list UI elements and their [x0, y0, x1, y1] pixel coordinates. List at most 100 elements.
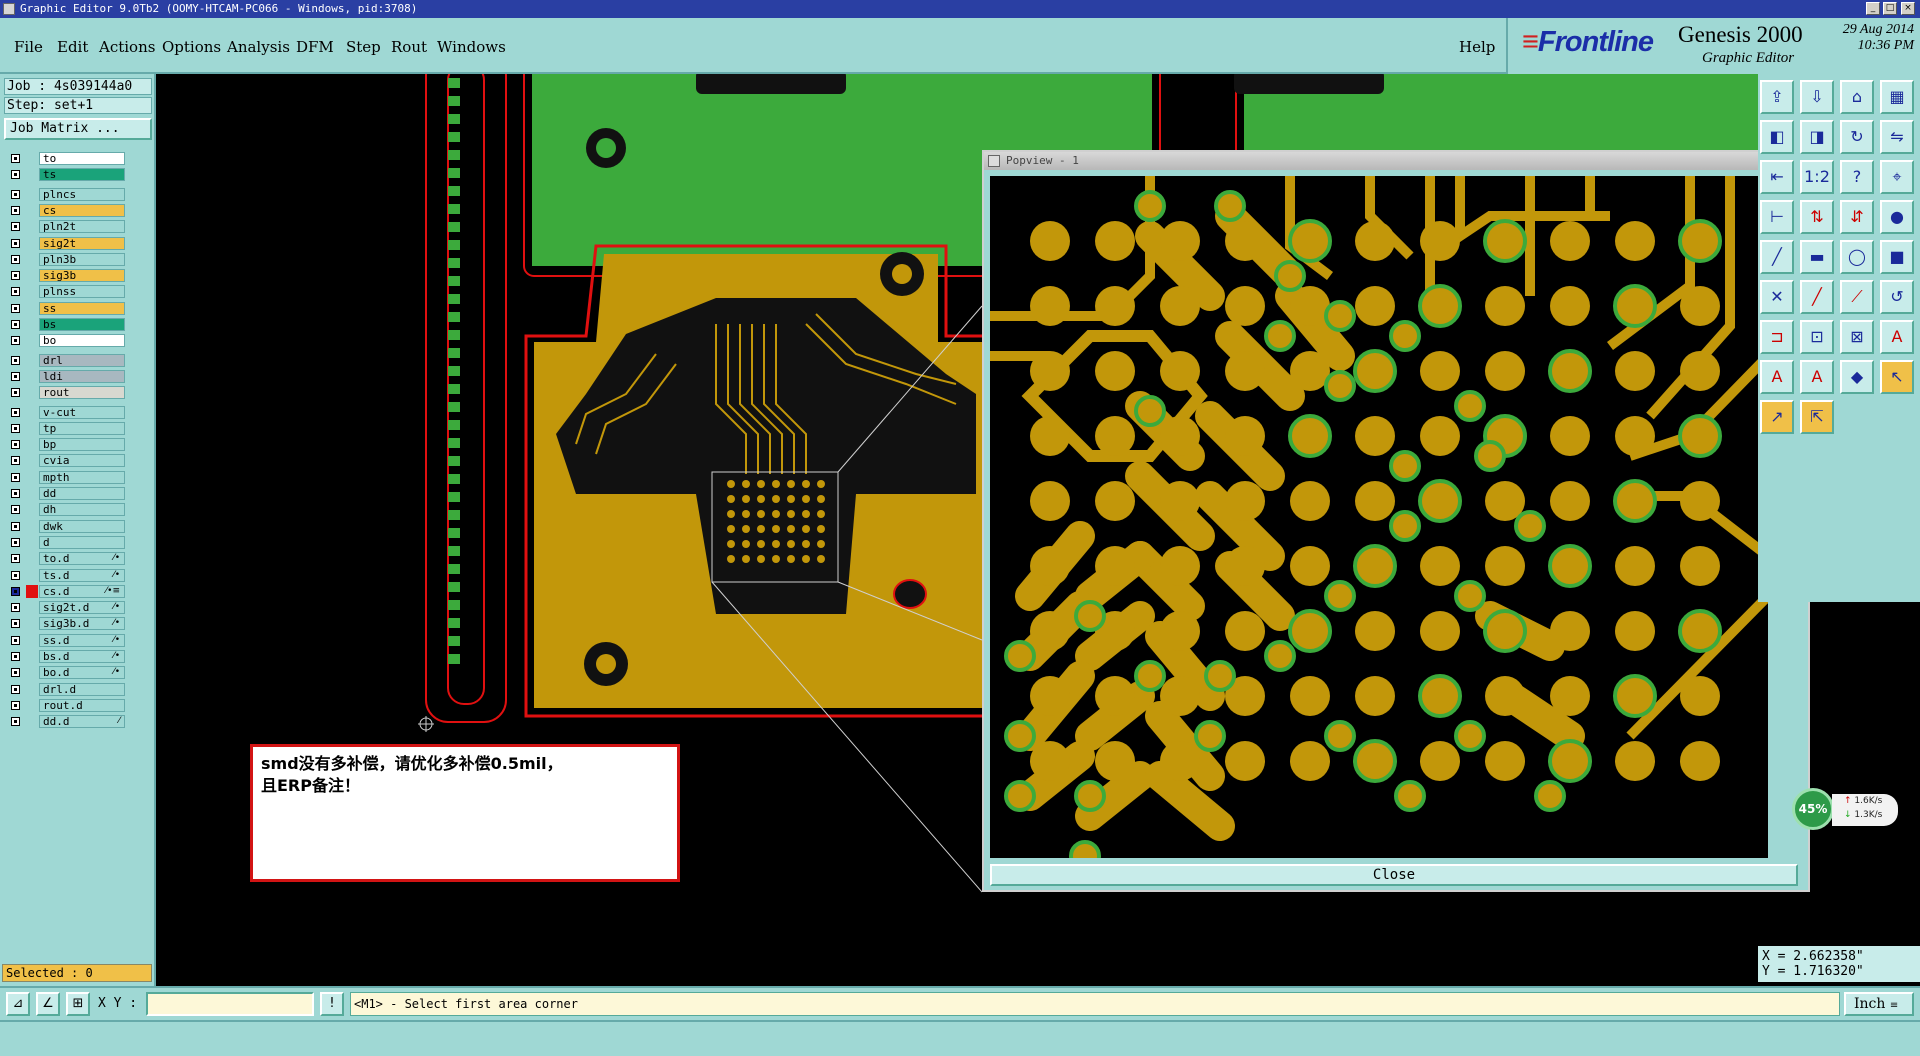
- line-red-icon[interactable]: ╱: [1800, 280, 1834, 314]
- layer-name[interactable]: bo: [39, 334, 125, 348]
- layer-row[interactable]: ss: [4, 301, 125, 316]
- layer-checkbox[interactable]: [11, 222, 20, 232]
- layer-name[interactable]: sig2t.d ⁄•: [39, 601, 125, 615]
- layer-name[interactable]: rout.d: [39, 698, 125, 712]
- layer-row[interactable]: ts.d ⁄•: [4, 568, 125, 583]
- filter-icon[interactable]: ⊐: [1760, 320, 1794, 354]
- menu-help[interactable]: Help: [1459, 38, 1495, 56]
- layer-row[interactable]: pln3b: [4, 252, 125, 267]
- mirror-icon[interactable]: ⇋: [1880, 120, 1914, 154]
- layer-row[interactable]: cs: [4, 203, 125, 218]
- layer-row[interactable]: v-cut: [4, 405, 125, 420]
- menu-edit[interactable]: Edit: [57, 38, 88, 56]
- layer-name[interactable]: cs.d ⁄•≡: [39, 584, 125, 598]
- save-icon[interactable]: ⇩: [1800, 80, 1834, 114]
- layer-checkbox[interactable]: [11, 537, 20, 547]
- layer-checkbox[interactable]: [11, 456, 20, 466]
- scale-icon[interactable]: 1:2: [1800, 160, 1834, 194]
- alert-icon[interactable]: !: [320, 992, 344, 1016]
- layer-checkbox[interactable]: [11, 170, 20, 180]
- layer-row[interactable]: ldi: [4, 369, 125, 384]
- layer-name[interactable]: pln3b: [39, 252, 125, 266]
- layer-name[interactable]: ss.d ⁄•: [39, 633, 125, 647]
- layer-name[interactable]: sig3b: [39, 269, 125, 283]
- layer-row[interactable]: cs.d ⁄•≡: [4, 584, 125, 599]
- layer-row[interactable]: cvia: [4, 454, 125, 468]
- line-icon[interactable]: ╱: [1760, 240, 1794, 274]
- arc-icon[interactable]: ↺: [1880, 280, 1914, 314]
- grid-icon[interactable]: ▦: [1880, 80, 1914, 114]
- layer-checkbox[interactable]: [11, 440, 20, 450]
- connect-icon[interactable]: ⟋: [1840, 280, 1874, 314]
- layer-checkbox[interactable]: [11, 336, 20, 346]
- layer-name[interactable]: v-cut: [39, 405, 125, 419]
- layer-checkbox[interactable]: [11, 603, 20, 613]
- layer-row[interactable]: drl: [4, 353, 125, 368]
- layer-row[interactable]: ts: [4, 168, 125, 182]
- pointer-icon[interactable]: ↗: [1760, 400, 1794, 434]
- text-red-icon[interactable]: A: [1880, 320, 1914, 354]
- layer-checkbox[interactable]: [11, 684, 20, 694]
- popview-titlebar[interactable]: Popview - 1 ×: [984, 152, 1808, 170]
- layer-checkbox[interactable]: [11, 652, 20, 661]
- layer-row[interactable]: mpth: [4, 470, 125, 485]
- layer-name[interactable]: dh: [39, 503, 125, 517]
- text-icon[interactable]: A: [1760, 360, 1794, 394]
- layer-checkbox[interactable]: [11, 287, 20, 297]
- layer-checkbox[interactable]: [11, 154, 20, 163]
- layer-checkbox[interactable]: [11, 554, 20, 564]
- layer-row[interactable]: dh: [4, 503, 125, 517]
- layer-checkbox[interactable]: [11, 668, 20, 678]
- layer-row[interactable]: to.d ⁄•: [4, 552, 125, 566]
- layer-pair-icon[interactable]: ⇅: [1800, 200, 1834, 234]
- popview-canvas[interactable]: [990, 176, 1768, 858]
- layer-checkbox[interactable]: [11, 423, 20, 433]
- layer-row[interactable]: tp: [4, 421, 125, 436]
- check-icon[interactable]: ⊠: [1840, 320, 1874, 354]
- layer-row[interactable]: sig3b: [4, 269, 125, 283]
- select-icon[interactable]: ↖: [1880, 360, 1914, 394]
- layer-name[interactable]: ts.d ⁄•: [39, 568, 125, 582]
- layer-name[interactable]: bs.d ⁄•: [39, 650, 125, 663]
- layer-row[interactable]: rout: [4, 386, 125, 400]
- open-icon[interactable]: ⇪: [1760, 80, 1794, 114]
- layer-checkbox[interactable]: [11, 254, 20, 264]
- multi-select-icon[interactable]: ⇱: [1800, 400, 1834, 434]
- minimize-button[interactable]: _: [1866, 2, 1880, 15]
- layer-name[interactable]: ss: [39, 301, 125, 315]
- layer-name[interactable]: plnss: [39, 285, 125, 299]
- xy-input[interactable]: [146, 992, 314, 1016]
- layer-name[interactable]: plncs: [39, 187, 125, 201]
- layer-row[interactable]: pln2t: [4, 220, 125, 234]
- layer-name[interactable]: cs: [39, 203, 125, 217]
- layer-row[interactable]: sig2t: [4, 236, 125, 251]
- layer-name[interactable]: bo.d ⁄•: [39, 666, 125, 680]
- units-select[interactable]: Inch ≡: [1844, 992, 1914, 1016]
- menu-options[interactable]: Options: [162, 38, 221, 56]
- forward-icon[interactable]: ◨: [1800, 120, 1834, 154]
- snap-mode-icon[interactable]: ⊿: [6, 992, 30, 1016]
- layer-row[interactable]: plncs: [4, 187, 125, 202]
- layer-checkbox[interactable]: [11, 371, 20, 381]
- layer-checkbox[interactable]: [11, 521, 20, 531]
- layer-checkbox[interactable]: [11, 303, 20, 313]
- layer-name[interactable]: sig2t: [39, 236, 125, 250]
- layer-row[interactable]: dd.d ⁄: [4, 715, 125, 729]
- layer-name[interactable]: dd.d ⁄: [39, 715, 125, 729]
- layer-row[interactable]: bo: [4, 334, 125, 348]
- layer-row[interactable]: sig2t.d ⁄•: [4, 601, 125, 615]
- layer-checkbox[interactable]: [11, 355, 20, 365]
- cross-icon[interactable]: ✕: [1760, 280, 1794, 314]
- layer-name[interactable]: sig3b.d ⁄•: [39, 617, 125, 631]
- layer-name[interactable]: ts: [39, 168, 125, 182]
- circle-icon[interactable]: ◯: [1840, 240, 1874, 274]
- layer-row[interactable]: bs: [4, 318, 125, 332]
- maximize-button[interactable]: □: [1883, 2, 1897, 15]
- menu-step[interactable]: Step: [346, 38, 381, 56]
- layer-name[interactable]: rout: [39, 386, 125, 400]
- query-icon[interactable]: ?: [1840, 160, 1874, 194]
- layer-checkbox[interactable]: [11, 700, 20, 710]
- menu-dfm[interactable]: DFM: [296, 38, 334, 56]
- layer-checkbox[interactable]: [11, 619, 20, 629]
- layer-swap-icon[interactable]: ⇵: [1840, 200, 1874, 234]
